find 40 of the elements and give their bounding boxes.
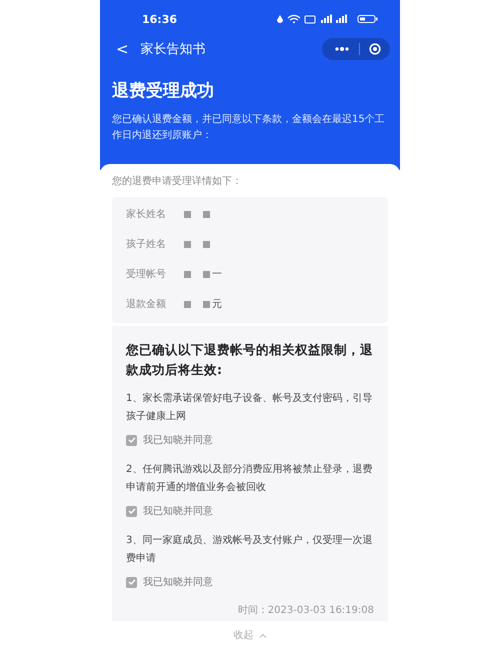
redaction-block bbox=[184, 300, 191, 308]
checkbox-icon[interactable] bbox=[126, 576, 137, 588]
drop-icon bbox=[277, 15, 283, 23]
page-title: 家长告知书 bbox=[140, 41, 207, 58]
signal-icon bbox=[321, 14, 332, 23]
agree-checkbox[interactable]: 我已知晓并同意 bbox=[126, 433, 374, 447]
battery-icon bbox=[358, 15, 378, 23]
timestamp: 时间：2023-03-03 16:19:08 bbox=[236, 604, 374, 617]
detail-value: 一 bbox=[212, 268, 222, 281]
result-description: 您已确认退费金额，并已同意以下条款，金额会在最迟15个工作日内退还到原账户： bbox=[112, 112, 386, 143]
redaction-block bbox=[203, 270, 210, 278]
signal-icon bbox=[336, 14, 347, 23]
term-text: 2、任何腾讯游戏以及部分消费应用将被禁止登录，退费申请前开通的增值业务会被回收 bbox=[126, 462, 374, 495]
capsule-menu[interactable] bbox=[322, 38, 390, 60]
redaction-block bbox=[203, 210, 210, 218]
redaction-block bbox=[184, 210, 191, 218]
detail-label: 受理帐号 bbox=[126, 268, 167, 281]
redaction-block bbox=[203, 300, 210, 308]
redaction-block bbox=[184, 270, 191, 278]
checkbox-icon[interactable] bbox=[126, 506, 137, 516]
term-text: 1、家长需承诺保管好电子设备、帐号及支付密码，引导孩子健康上网 bbox=[126, 392, 374, 424]
detail-label: 退款金额 bbox=[126, 298, 167, 311]
more-icon[interactable] bbox=[334, 46, 350, 52]
terms-title: 您已确认以下退费帐号的相关权益限制，退款成功后将生效: bbox=[126, 341, 374, 379]
details-intro: 您的退费申请受理详情如下： bbox=[112, 174, 243, 188]
term-text: 3、同一家庭成员、游戏帐号及支付账户，仅受理一次退费申请 bbox=[126, 534, 374, 566]
caret-up-icon bbox=[258, 632, 266, 638]
detail-label: 家长姓名 bbox=[126, 208, 167, 221]
checkbox-icon[interactable] bbox=[126, 434, 137, 446]
collapse-button[interactable]: 收起 bbox=[228, 627, 272, 643]
detail-label: 孩子姓名 bbox=[126, 238, 167, 251]
agree-checkbox[interactable]: 我已知晓并同意 bbox=[126, 504, 374, 518]
wifi-icon bbox=[287, 14, 301, 24]
detail-value: 元 bbox=[212, 298, 222, 311]
back-button[interactable]: < bbox=[110, 40, 135, 58]
result-title: 退费受理成功 bbox=[112, 80, 215, 102]
status-time: 16:36 bbox=[142, 12, 178, 26]
redaction-block bbox=[203, 240, 210, 248]
redaction-block bbox=[184, 240, 191, 248]
agree-checkbox[interactable]: 我已知晓并同意 bbox=[126, 575, 374, 589]
